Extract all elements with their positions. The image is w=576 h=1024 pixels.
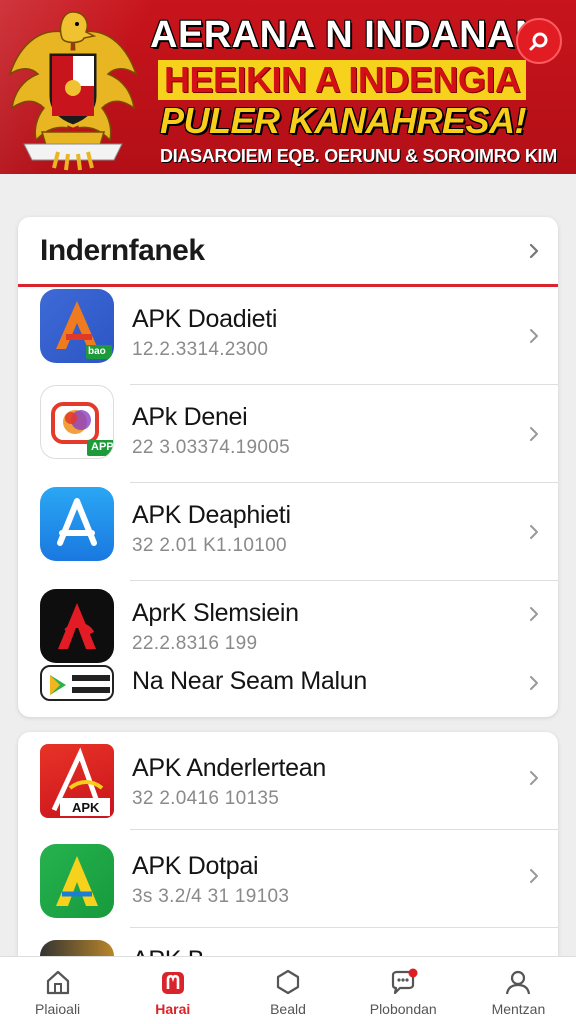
play-store-badge-icon [40,665,114,701]
nav-label: Plaioali [35,1001,81,1017]
hexagon-icon [276,969,300,995]
chevron-right-icon [530,869,538,883]
search-icon [529,32,548,51]
chevron-right-icon [530,607,538,621]
banner-caption: DIASAROIEM EQB. OERUNU & SOROIMRO KIM [160,146,557,166]
app-name: APk Denei [132,403,248,431]
apk-list-card: APK APK Anderlertean 32 2.0416 10135 APK… [18,732,558,972]
banner-tagline: PULER KANAHRESA! [160,100,527,141]
section-header[interactable]: Indernfanek [18,217,558,287]
list-item[interactable]: bao APK Doadieti 12.2.3314.2300 [18,287,558,385]
list-item[interactable]: APK Dotpai 3s 3.2/4 31 19103 [18,830,558,928]
chevron-right-icon [530,676,538,690]
red-apk-icon: APK [40,744,114,818]
list-item[interactable]: APK APK Anderlertean 32 2.0416 10135 [18,732,558,830]
app-name: APK Anderlertean [132,754,326,782]
app-version: 32 2.01 K1.10100 [132,535,287,556]
chevron-right-icon [530,329,538,343]
app-version: 12.2.3314.2300 [132,339,269,360]
chevron-right-icon [529,243,539,259]
banner-subheadline: HEEIKIN A INDENGIA [158,60,527,100]
garuda-emblem-icon [8,11,138,171]
app-store-a-icon [40,487,114,561]
hero-banner: AERANA N INDANAN HEEIKIN A INDENGIA PULE… [0,0,576,174]
bottom-navigation: Plaioali Harai Beald Plobondan Mentzan [0,956,576,1024]
colorful-camera-icon: APP [40,385,114,459]
nav-label: Plobondan [369,1001,437,1017]
list-item[interactable]: Na Near Seam Malun [18,647,558,717]
chevron-right-icon [530,427,538,441]
app-version: 32 2.0416 10135 [132,788,280,809]
banner-headline: AERANA N INDANAN [150,14,543,56]
nav-label: Mentzan [491,1001,546,1017]
app-badge: bao [88,346,106,357]
home-icon [46,970,69,995]
app-version: 22 3.03374.19005 [132,437,291,458]
app-name: APK Doadieti [132,305,278,333]
apk-list-card: Indernfanek bao APK Doadieti 12.2.3314.2… [18,217,558,717]
nav-label: Harai [155,1001,191,1017]
letter-a-orange-blue-icon: bao [40,289,114,363]
green-a-icon [40,844,114,918]
app-badge: APP [91,441,114,453]
app-version: 3s 3.2/4 31 19103 [132,886,290,907]
chat-icon [392,968,418,995]
list-item[interactable]: APK Deaphieti 32 2.01 K1.10100 [18,483,558,581]
app-name: APK Deaphieti [132,501,291,529]
search-button[interactable] [516,18,562,64]
nav-item-messages[interactable]: Plobondan [346,957,461,1024]
apps-icon [161,972,184,994]
list-item[interactable]: APP APk Denei 22 3.03374.19005 [18,385,558,483]
app-badge: APK [72,800,100,815]
nav-item-beald[interactable]: Beald [230,957,345,1024]
nav-item-apps[interactable]: Harai [115,957,230,1024]
section-title: Indernfanek [40,233,205,267]
chevron-right-icon [530,771,538,785]
user-icon [506,970,531,995]
nav-item-profile[interactable]: Mentzan [461,957,576,1024]
app-name: APK Dotpai [132,852,259,880]
nav-label: Beald [270,1001,306,1017]
chevron-right-icon [530,525,538,539]
app-name: Na Near Seam Malun [132,667,367,695]
list-item[interactable]: AprK Slemsiein 22.2.8316 199 [18,581,558,663]
nav-item-home[interactable]: Plaioali [0,957,115,1024]
app-name: AprK Slemsiein [132,599,299,627]
